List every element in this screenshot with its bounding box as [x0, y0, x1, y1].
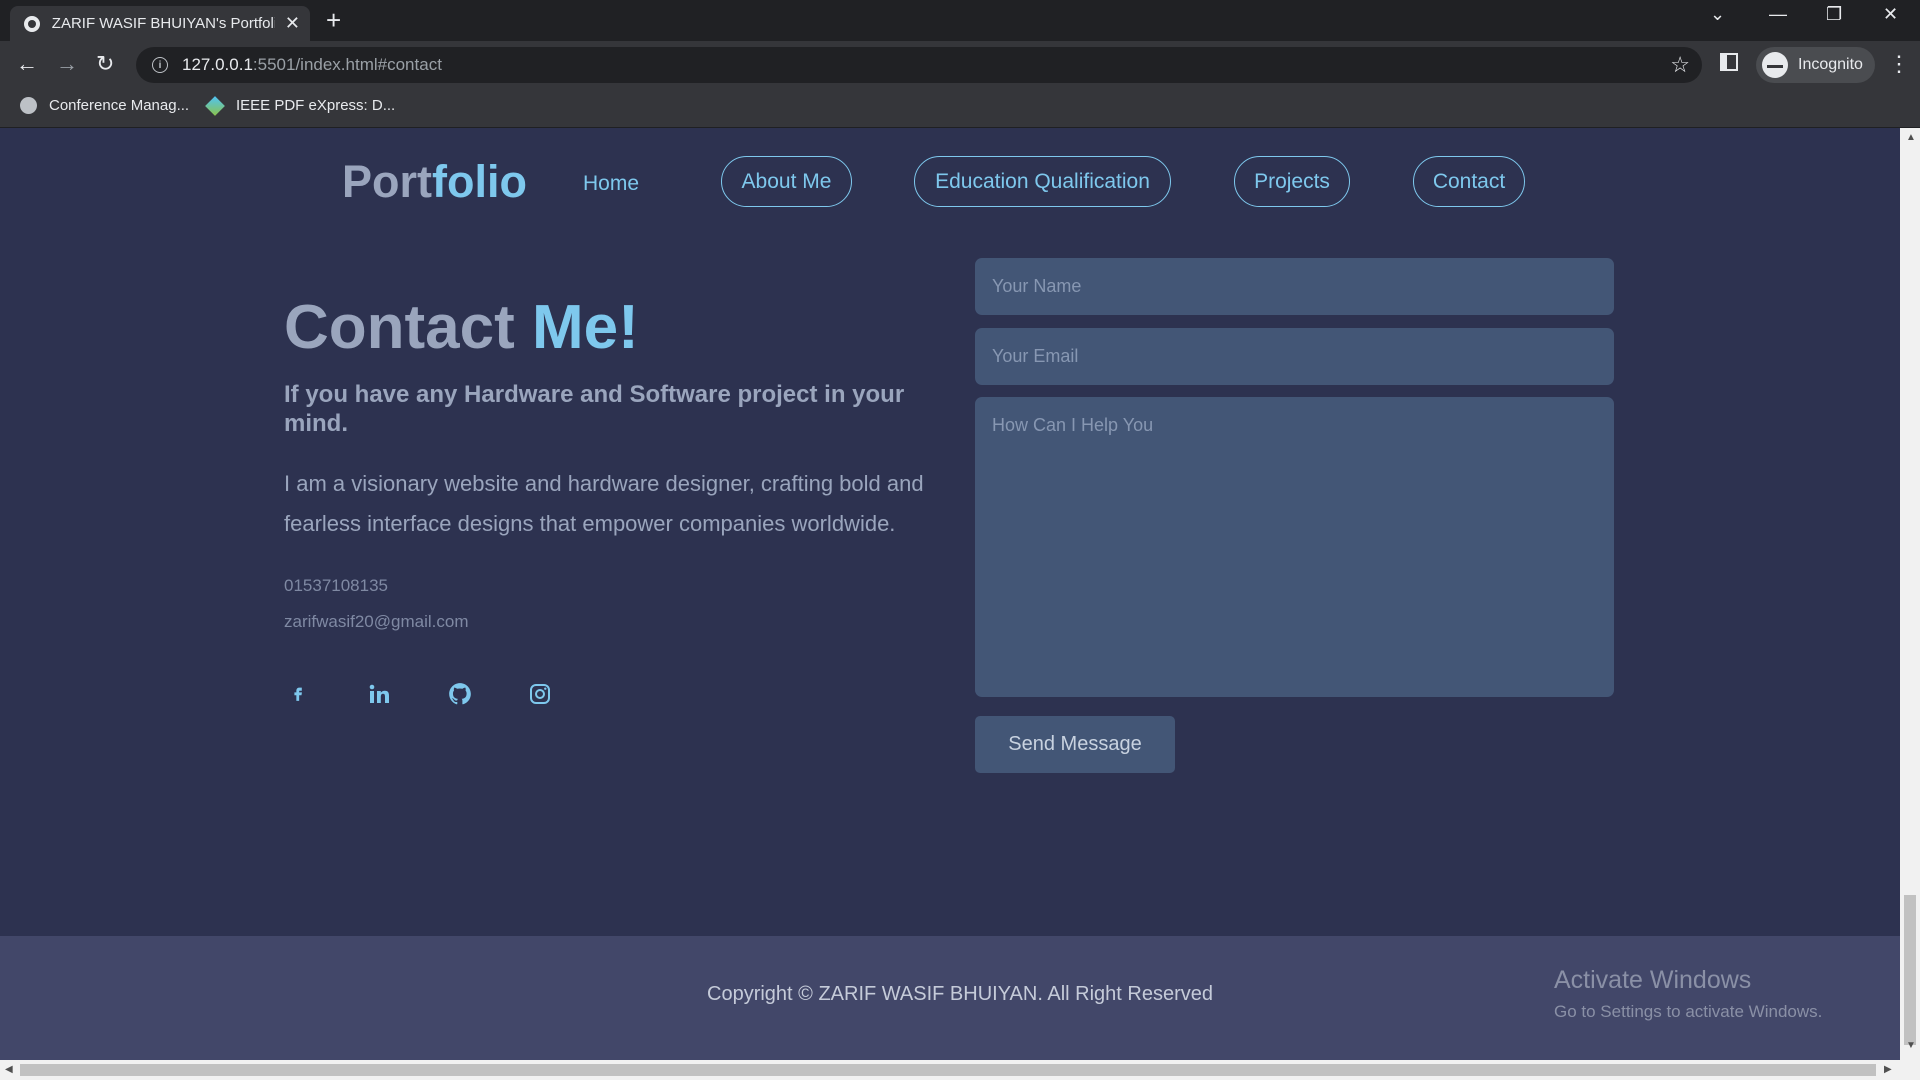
name-input[interactable] — [975, 258, 1614, 315]
horizontal-scroll-thumb[interactable] — [20, 1064, 1876, 1076]
bookmark-conference[interactable]: Conference Manag... — [20, 97, 189, 114]
browser-toolbar: ← → ↻ i 127.0.0.1:5501/index.html#contac… — [0, 41, 1920, 89]
close-icon[interactable]: ✕ — [285, 13, 300, 34]
site-header: Portfolio Home About Me Education Qualif… — [0, 128, 1900, 236]
horizontal-scrollbar[interactable]: ◀ ▶ — [0, 1060, 1920, 1080]
globe-icon — [20, 97, 37, 114]
contact-phone: 01537108135 — [284, 576, 389, 595]
instagram-icon[interactable] — [525, 679, 555, 709]
scroll-left-icon[interactable]: ◀ — [5, 1064, 13, 1075]
nav-about-link[interactable]: About Me — [721, 156, 852, 207]
new-tab-button[interactable]: + — [326, 6, 341, 34]
browser-tabstrip: ZARIF WASIF BHUIYAN's Portfolio ✕ + ⌄ — … — [0, 0, 1920, 41]
forward-icon[interactable]: → — [56, 51, 78, 77]
nav-education-link[interactable]: Education Qualification — [914, 156, 1171, 207]
nav-projects-link[interactable]: Projects — [1234, 156, 1350, 207]
contact-email: zarifwasif20@gmail.com — [284, 612, 469, 631]
contact-subtitle: If you have any Hardware and Software pr… — [284, 381, 905, 437]
scroll-up-icon[interactable]: ▲ — [1906, 132, 1916, 143]
tab-title: ZARIF WASIF BHUIYAN's Portfolio — [51, 15, 275, 32]
bookmarks-bar: Conference Manag... IEEE PDF eXpress: D.… — [0, 89, 1920, 128]
tab-search-icon[interactable]: ⌄ — [1710, 4, 1725, 25]
bookmark-ieee[interactable]: IEEE PDF eXpress: D... — [205, 95, 396, 116]
incognito-label: Incognito — [1798, 56, 1863, 73]
minimize-button[interactable]: — — [1769, 4, 1787, 25]
browser-tab[interactable]: ZARIF WASIF BHUIYAN's Portfolio ✕ — [10, 6, 310, 41]
site-footer: Copyright © ZARIF WASIF BHUIYAN. All Rig… — [0, 936, 1900, 1060]
activate-windows-subtitle: Go to Settings to activate Windows. — [1554, 1002, 1823, 1021]
github-icon[interactable] — [445, 679, 475, 709]
bookmark-label: Conference Manag... — [49, 97, 190, 114]
scroll-down-icon[interactable]: ▼ — [1906, 1040, 1916, 1051]
send-message-button[interactable]: Send Message — [975, 716, 1175, 773]
contact-heading: Contact Me! — [284, 292, 639, 363]
incognito-indicator[interactable]: Incognito — [1756, 47, 1875, 83]
vertical-scrollbar[interactable]: ▲ ▼ — [1900, 128, 1920, 1060]
contact-description: I am a visionary website and hardware de… — [284, 471, 924, 536]
message-textarea[interactable] — [975, 397, 1614, 697]
ieee-icon — [205, 95, 225, 116]
logo-text: Port — [342, 156, 432, 207]
bookmark-star-icon[interactable]: ☆ — [1670, 52, 1690, 78]
address-bar[interactable]: i 127.0.0.1:5501/index.html#contact ☆ — [136, 47, 1702, 83]
reload-icon[interactable]: ↻ — [96, 51, 114, 77]
restore-button[interactable]: ❐ — [1826, 4, 1842, 25]
incognito-icon — [1762, 52, 1788, 78]
contact-heading-accent: Me! — [532, 293, 639, 362]
contact-heading-main: Contact — [284, 293, 532, 362]
page-viewport: Portfolio Home About Me Education Qualif… — [0, 128, 1900, 1060]
nav-contact-link[interactable]: Contact — [1413, 156, 1525, 207]
bookmark-label: IEEE PDF eXpress: D... — [236, 97, 396, 114]
globe-icon — [24, 15, 40, 32]
activate-windows-title: Activate Windows — [1554, 966, 1752, 994]
logo-accent-text: folio — [432, 156, 527, 207]
side-panel-icon[interactable] — [1720, 53, 1738, 71]
scroll-right-icon[interactable]: ▶ — [1884, 1064, 1892, 1075]
facebook-icon[interactable] — [283, 679, 313, 709]
close-window-button[interactable]: ✕ — [1883, 4, 1898, 25]
back-icon[interactable]: ← — [16, 51, 38, 77]
email-input[interactable] — [975, 328, 1614, 385]
url-path: :5501/index.html#contact — [252, 55, 442, 74]
linkedin-icon[interactable] — [364, 679, 394, 709]
url-host: 127.0.0.1 — [182, 55, 253, 74]
nav-home-link[interactable]: Home — [583, 172, 639, 196]
info-icon[interactable]: i — [152, 57, 168, 73]
site-logo[interactable]: Portfolio — [342, 156, 527, 208]
vertical-scroll-thumb[interactable] — [1904, 895, 1916, 1045]
kebab-menu-icon[interactable]: ⋮ — [1888, 51, 1910, 77]
